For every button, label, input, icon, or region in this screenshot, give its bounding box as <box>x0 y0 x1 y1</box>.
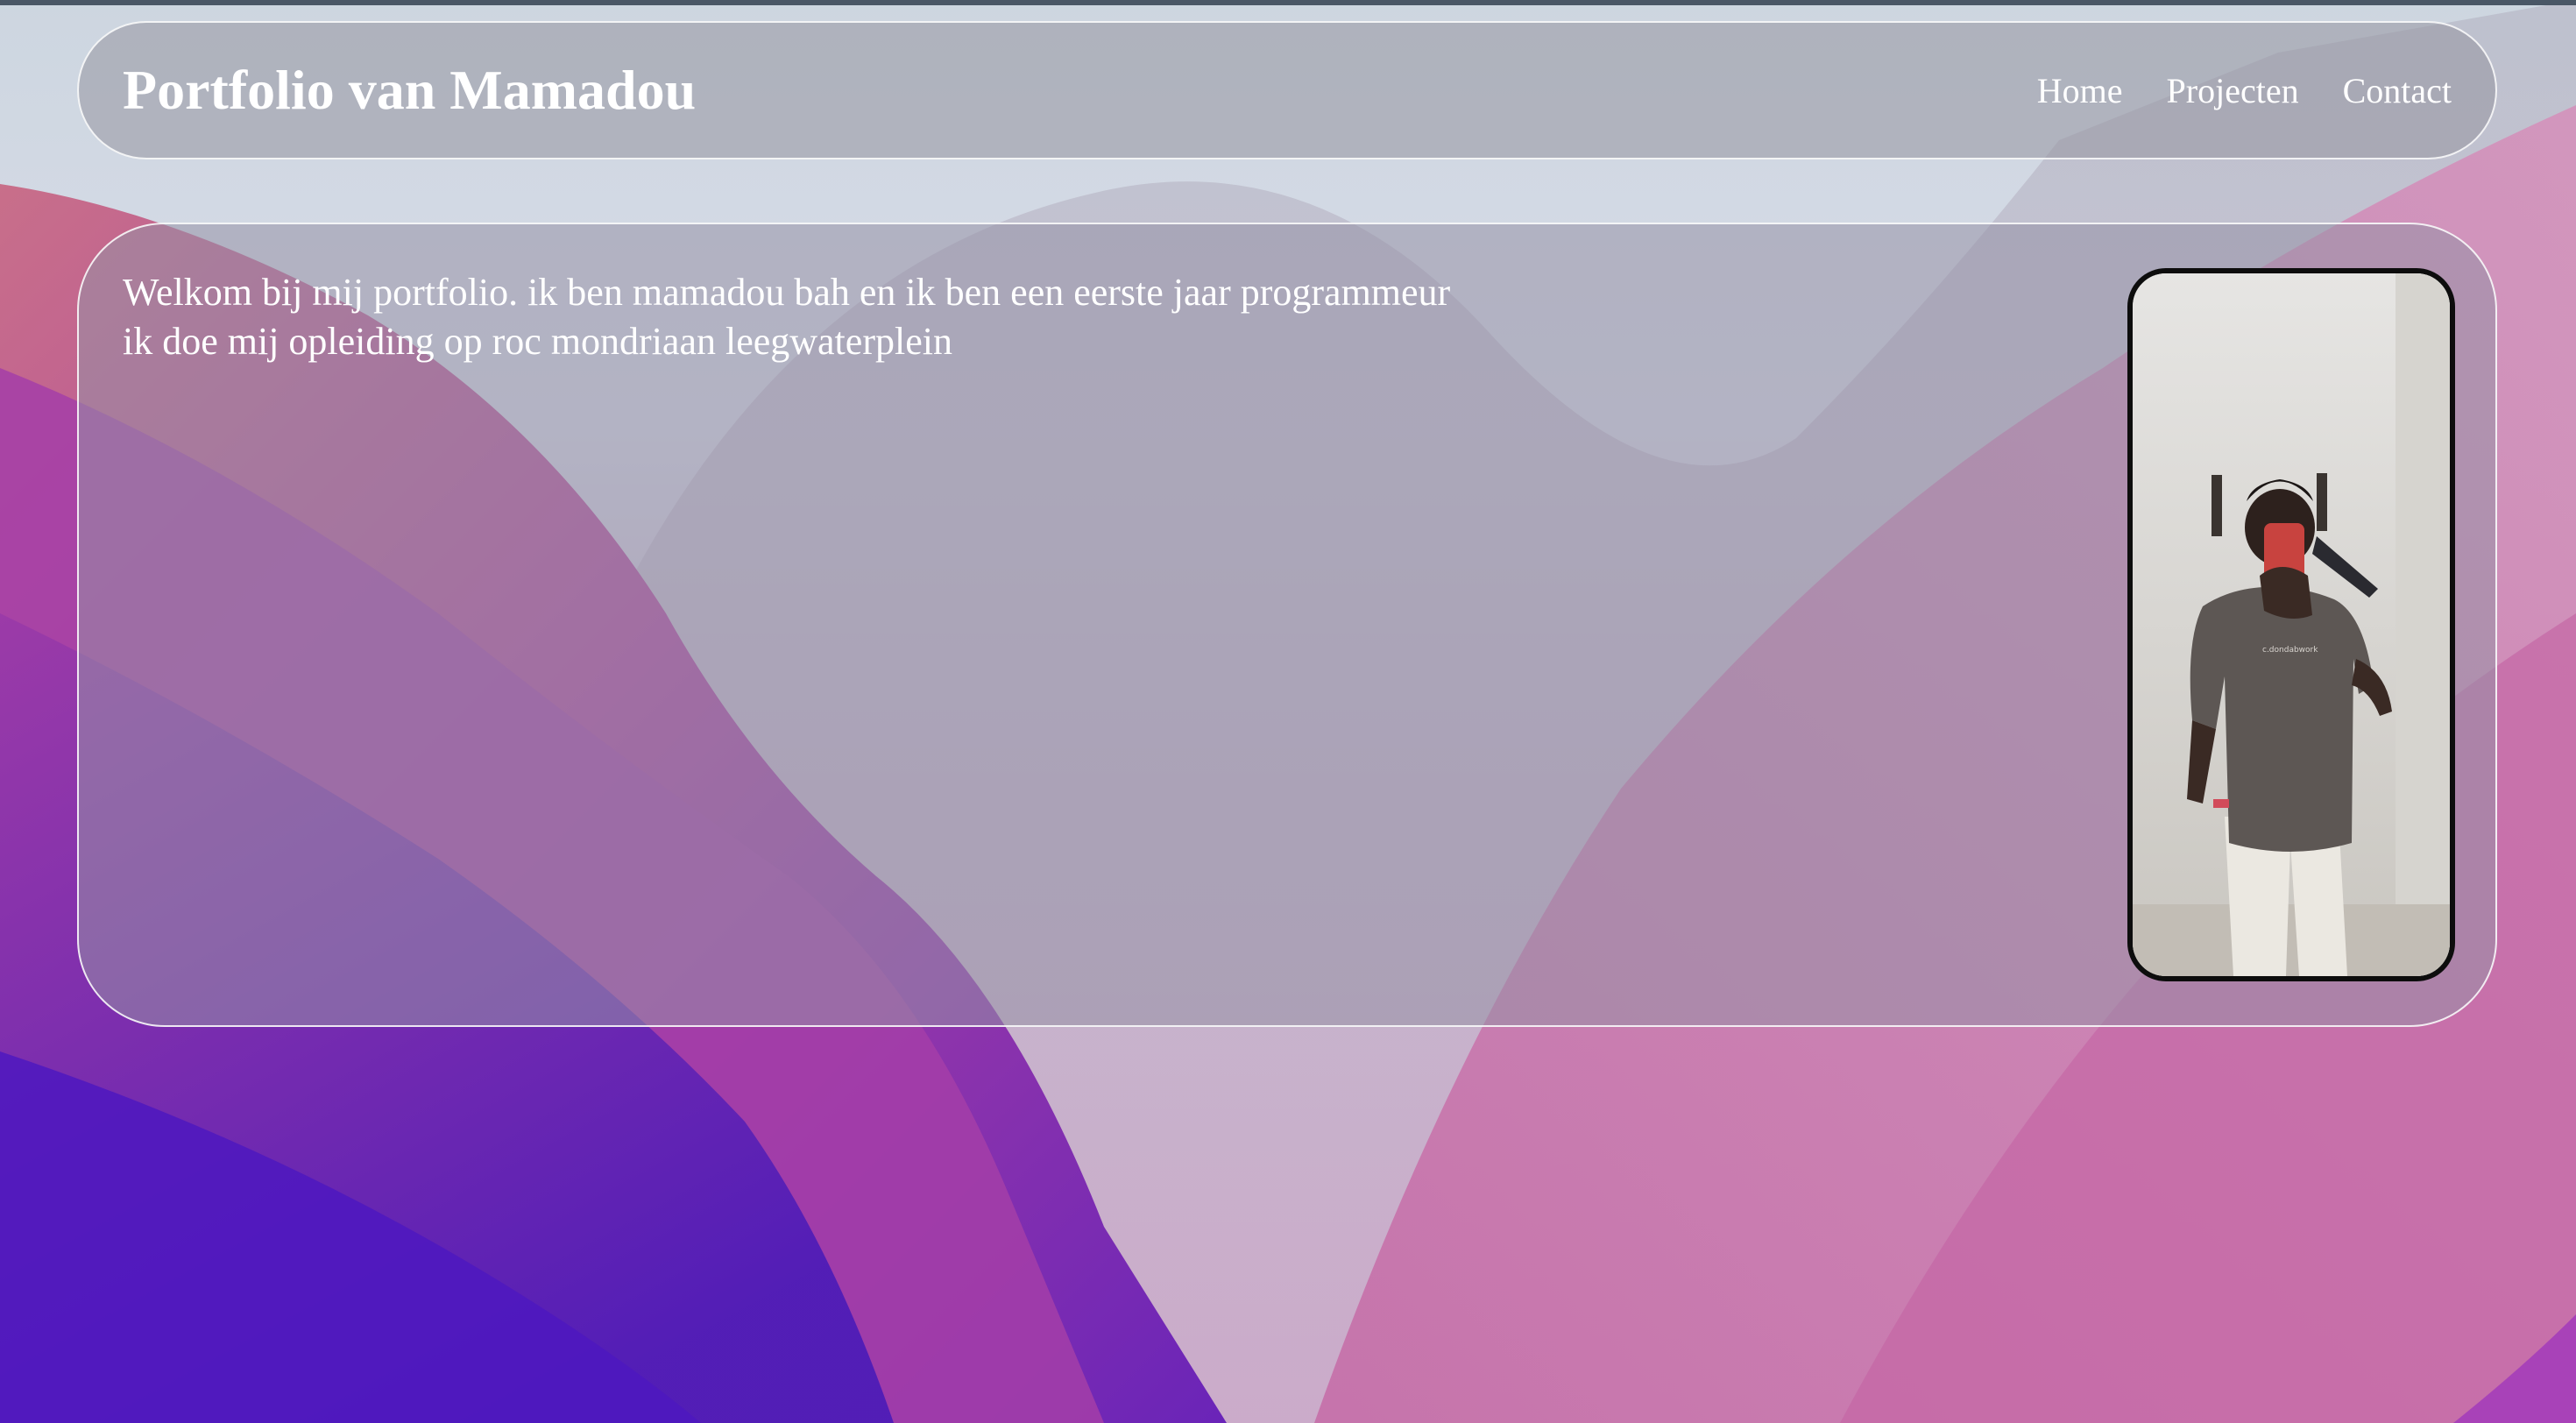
site-title: Portfolio van Mamadou <box>123 59 697 121</box>
intro-card: Welkom bij mij portfolio. ik ben mamadou… <box>77 223 2497 1027</box>
profile-photo-image: c.dondabwork <box>2133 273 2450 976</box>
svg-text:c.dondabwork: c.dondabwork <box>2262 646 2318 655</box>
profile-photo: c.dondabwork <box>2127 268 2455 981</box>
header-navbar: Portfolio van Mamadou Home Projecten Con… <box>77 21 2497 159</box>
intro-line-1: Welkom bij mij portfolio. ik ben mamadou… <box>123 271 1451 314</box>
main-nav: Home Projecten Contact <box>2037 70 2452 111</box>
nav-link-home[interactable]: Home <box>2037 70 2123 111</box>
intro-text: Welkom bij mij portfolio. ik ben mamadou… <box>123 268 1700 366</box>
intro-line-2: ik doe mij opleiding op roc mondriaan le… <box>123 320 952 363</box>
browser-top-line <box>0 0 2576 5</box>
nav-link-projecten[interactable]: Projecten <box>2167 70 2299 111</box>
nav-link-contact[interactable]: Contact <box>2343 70 2452 111</box>
